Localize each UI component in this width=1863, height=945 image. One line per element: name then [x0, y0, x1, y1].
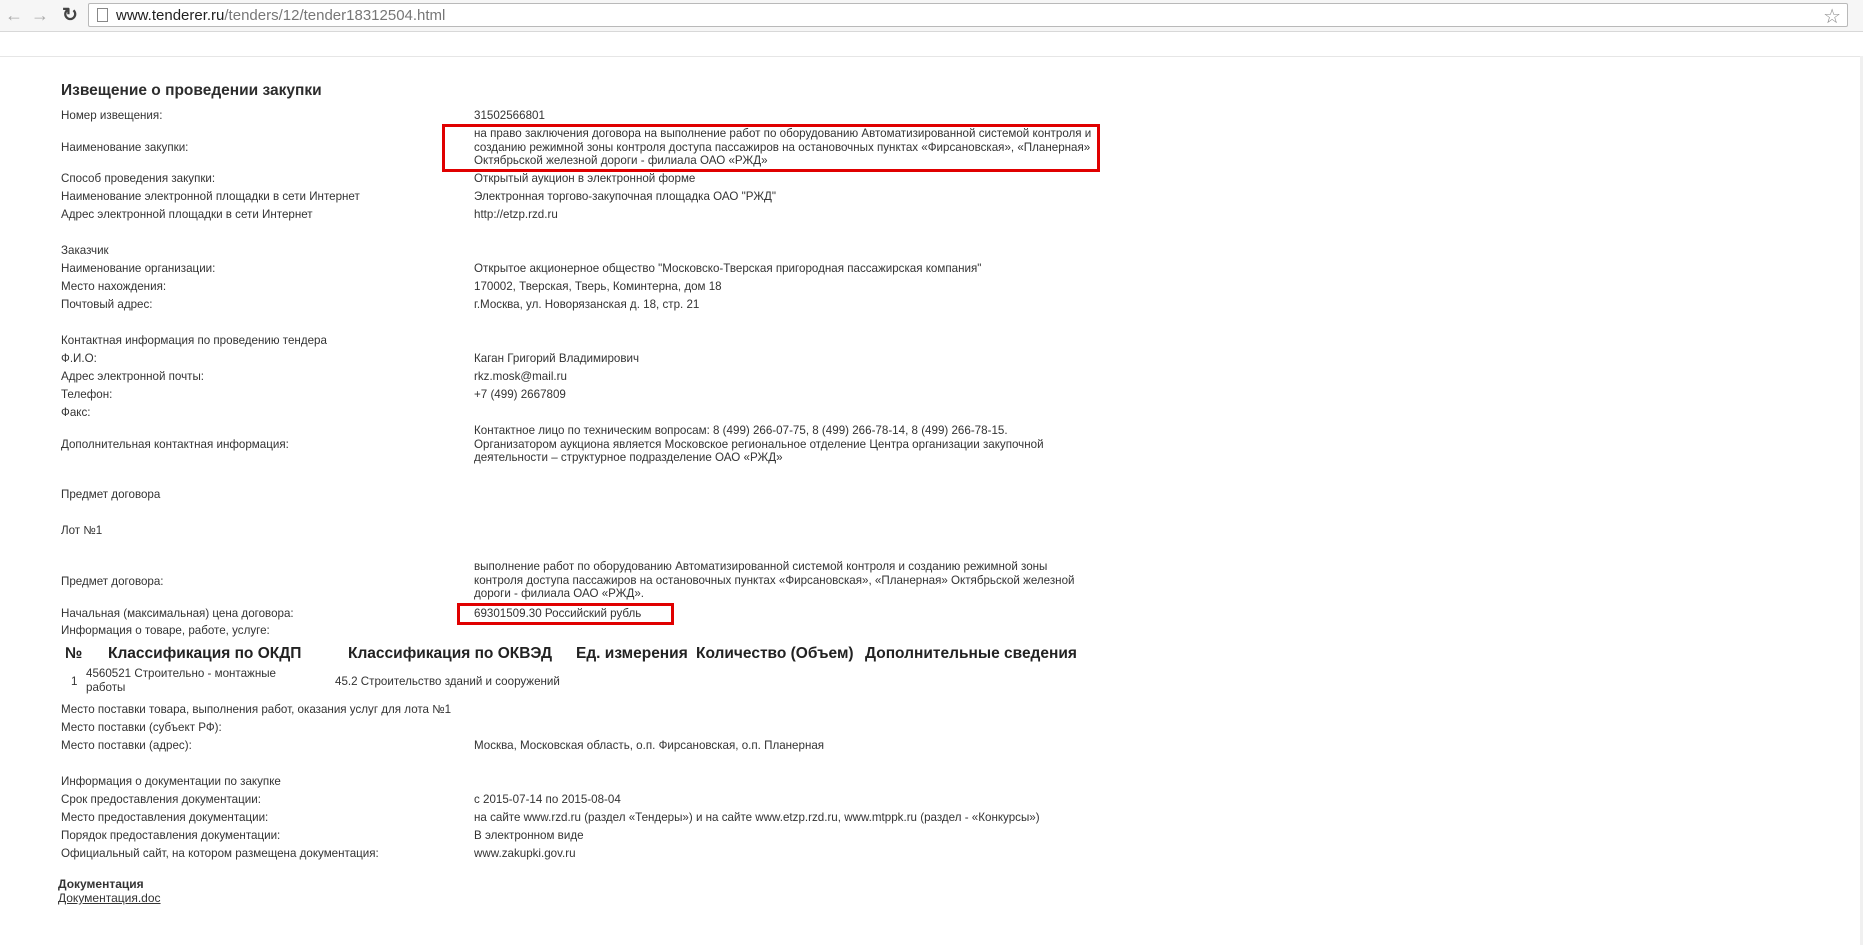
bookmark-star-icon[interactable]: ☆: [1823, 4, 1841, 29]
bookmark-bar: [0, 32, 1863, 57]
extra-contact-value: Контактное лицо по техническим вопросам:…: [474, 424, 1044, 464]
platform-address-value: http://etzp.rzd.ru: [474, 208, 558, 221]
delivery-title: Место поставки товара, выполнения работ,…: [61, 703, 452, 716]
subject-section-title: Предмет договора: [61, 488, 161, 501]
documentation-section-title: Информация о документации по закупке: [61, 775, 281, 788]
reload-icon[interactable]: ↻: [58, 4, 82, 26]
contract-subject-label: Предмет договора:: [61, 575, 164, 588]
extra-contact-label: Дополнительная контактная информация:: [61, 438, 289, 451]
back-icon[interactable]: ←: [2, 4, 26, 26]
highlight-box-purchase-name: [442, 124, 1100, 172]
org-name-label: Наименование организации:: [61, 262, 216, 275]
doc-place-label: Место предоставления документации:: [61, 811, 269, 824]
notice-number-label: Номер извещения:: [61, 109, 163, 122]
location-label: Место нахождения:: [61, 280, 167, 293]
forward-icon[interactable]: →: [28, 4, 52, 26]
platform-name-value: Электронная торгово-закупочная площадка …: [474, 190, 777, 203]
contract-subject-value: выполнение работ по оборудованию Автомат…: [474, 560, 1075, 600]
delivery-region-label: Место поставки (субъект РФ):: [61, 721, 222, 734]
fax-label: Факс:: [61, 406, 91, 419]
address-bar[interactable]: www.tenderer.ru/tenders/12/tender1831250…: [88, 3, 1848, 29]
lot-title: Лот №1: [61, 524, 103, 537]
table-header-okved: Классификация по ОКВЭД: [348, 645, 553, 662]
table-header-extra: Дополнительные сведения: [865, 645, 1077, 662]
email-label: Адрес электронной почты:: [61, 370, 205, 383]
row-okved: 45.2 Строительство зданий и сооружений: [335, 675, 560, 688]
initial-price-label: Начальная (максимальная) цена договора:: [61, 607, 294, 620]
table-header-okdp: Классификация по ОКДП: [108, 645, 302, 662]
browser-toolbar: ← → ↻ www.tenderer.ru/tenders/12/tender1…: [0, 0, 1863, 32]
procurement-method-value: Открытый аукцион в электронной форме: [474, 172, 696, 185]
email-value: rkz.mosk@mail.ru: [474, 370, 567, 383]
table-header-unit: Ед. измерения: [576, 645, 688, 662]
delivery-address-value: Москва, Московская область, о.п. Фирсано…: [474, 739, 825, 752]
fio-value: Каган Григорий Владимирович: [474, 352, 640, 365]
table-header-qty: Количество (Объем): [696, 645, 854, 662]
procurement-method-label: Способ проведения закупки:: [61, 172, 216, 185]
doc-period-label: Срок предоставления документации:: [61, 793, 261, 806]
row-okdp: 4560521 Строительно - монтажные работы: [86, 667, 277, 694]
fio-label: Ф.И.О:: [61, 352, 97, 365]
table-header-num: №: [65, 645, 83, 662]
phone-value: +7 (499) 2667809: [474, 388, 566, 401]
highlight-box-price: [457, 603, 674, 625]
doc-period-value: с 2015-07-14 по 2015-08-04: [474, 793, 621, 806]
page-title: Извещение о проведении закупки: [61, 82, 322, 99]
platform-address-label: Адрес электронной площадки в сети Интерн…: [61, 208, 313, 221]
delivery-address-label: Место поставки (адрес):: [61, 739, 192, 752]
document-download-link[interactable]: Документация.doc: [58, 891, 161, 905]
postal-address-label: Почтовый адрес:: [61, 298, 153, 311]
contact-section-title: Контактная информация по проведению тенд…: [61, 334, 327, 347]
customer-section-title: Заказчик: [61, 244, 109, 257]
phone-label: Телефон:: [61, 388, 113, 401]
row-num: 1: [71, 675, 78, 688]
postal-address-value: г.Москва, ул. Новорязанская д. 18, стр. …: [474, 298, 700, 311]
doc-order-value: В электронном виде: [474, 829, 584, 842]
documents-title: Документация: [58, 877, 144, 891]
url-text[interactable]: www.tenderer.ru/tenders/12/tender1831250…: [116, 7, 445, 24]
official-site-value: www.zakupki.gov.ru: [474, 847, 576, 860]
notice-number-value: 31502566801: [474, 109, 545, 122]
page-icon: [97, 8, 108, 22]
purchase-name-label: Наименование закупки:: [61, 141, 189, 154]
doc-place-value: на сайте www.rzd.ru (раздел «Тендеры») и…: [474, 811, 1040, 824]
goods-info-label: Информация о товаре, работе, услуге:: [61, 624, 270, 637]
official-site-label: Официальный сайт, на котором размещена д…: [61, 847, 379, 860]
doc-order-label: Порядок предоставления документации:: [61, 829, 281, 842]
location-value: 170002, Тверская, Тверь, Коминтерна, дом…: [474, 280, 722, 293]
org-name-value: Открытое акционерное общество "Московско…: [474, 262, 982, 275]
platform-name-label: Наименование электронной площадки в сети…: [61, 190, 360, 203]
